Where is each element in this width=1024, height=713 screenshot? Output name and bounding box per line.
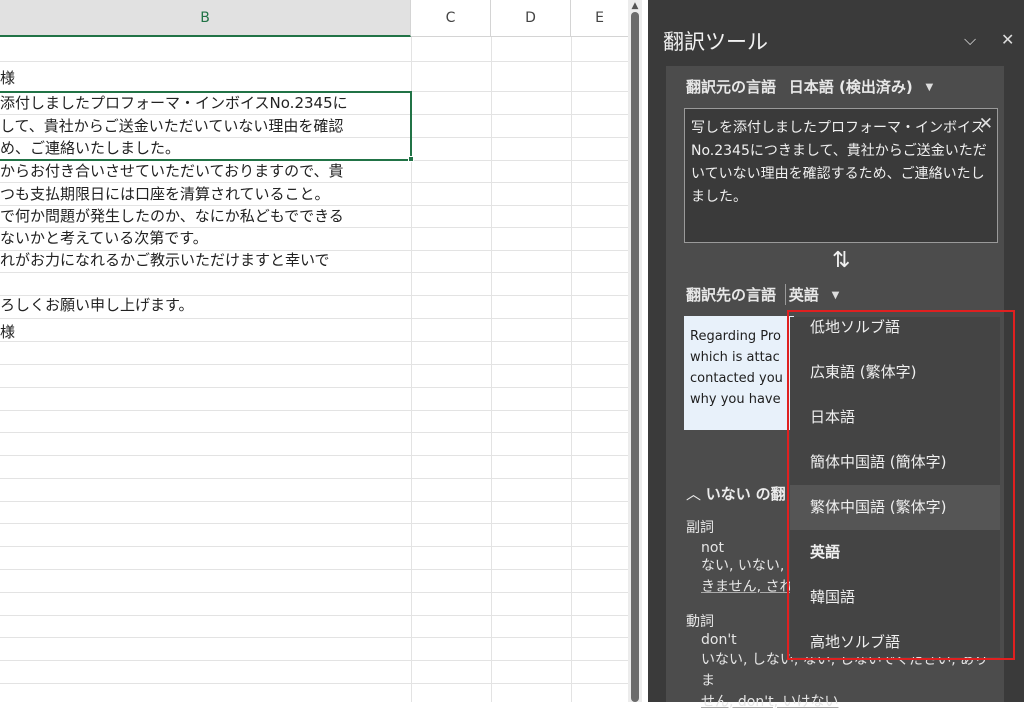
dropdown-arrow-icon[interactable]: ▼ — [926, 82, 934, 93]
target-text-box[interactable]: Regarding Pro which is attac contacted y… — [684, 316, 794, 430]
close-icon[interactable]: ✕ — [1001, 30, 1014, 49]
dict-synonym-line[interactable]: せん, don't, いけない — [701, 692, 1001, 713]
dictionary-header-suffix: の翻 — [755, 485, 786, 503]
column-header-bar: B C D E — [0, 0, 628, 37]
gridline — [0, 592, 628, 593]
clear-icon[interactable]: ✕ — [979, 113, 993, 136]
gridline — [0, 432, 628, 433]
gridline — [0, 615, 628, 616]
language-option-selected[interactable]: 英語 — [790, 530, 1000, 575]
cell-b8[interactable]: ろしくお願い申し上げます。 — [0, 294, 194, 317]
dropdown-arrow-icon: ▼ — [831, 290, 840, 301]
swap-languages-icon[interactable]: ⇅ — [832, 248, 850, 273]
pane-title: 翻訳ツール — [663, 30, 768, 54]
gridline — [0, 501, 628, 502]
source-language-value[interactable]: 日本語 (検出済み) — [789, 78, 913, 96]
target-text-line: which is attac — [690, 350, 780, 365]
scroll-up-icon[interactable]: ▲ — [629, 0, 641, 12]
gridline — [0, 523, 628, 524]
language-option[interactable]: 韓国語 — [790, 575, 1000, 620]
column-header-b[interactable]: B — [0, 0, 411, 37]
fill-handle[interactable] — [408, 156, 414, 162]
target-text-line: Regarding Pro — [690, 329, 781, 344]
chevron-up-icon[interactable]: ︿ — [686, 485, 701, 503]
language-dropdown[interactable]: 低地ソルブ語 広東語 (繁体字) 日本語 簡体中国語 (簡体字) 繁体中国語 (… — [787, 310, 1015, 660]
gridline — [0, 61, 628, 62]
dict-translation: don't — [701, 632, 737, 648]
gridline — [0, 455, 628, 456]
language-list[interactable]: 低地ソルブ語 広東語 (繁体字) 日本語 簡体中国語 (簡体字) 繁体中国語 (… — [790, 317, 1000, 657]
gridline — [0, 660, 628, 661]
target-language-row[interactable]: 翻訳先の言語 英語 ▼ — [686, 284, 839, 305]
language-option[interactable]: 広東語 (繁体字) — [790, 350, 1000, 395]
column-header-d[interactable]: D — [491, 0, 571, 37]
source-language-row[interactable]: 翻訳元の言語 日本語 (検出済み) ▼ — [686, 76, 933, 97]
scrollbar-thumb[interactable] — [631, 12, 639, 702]
target-text-line: why you have — [690, 392, 781, 407]
cell-b2[interactable]: 様 — [0, 67, 15, 90]
gridline — [0, 272, 628, 273]
dictionary-header[interactable]: ︿ いない の翻 — [686, 483, 786, 504]
gridline — [0, 683, 628, 684]
language-option[interactable]: 高地ソルブ語 — [790, 620, 1000, 657]
language-option[interactable]: 日本語 — [790, 395, 1000, 440]
column-header-c[interactable]: C — [411, 0, 491, 37]
dict-translation: not — [701, 540, 724, 556]
chevron-down-icon[interactable]: ⌵ — [964, 30, 976, 50]
column-header-e[interactable]: E — [571, 0, 628, 37]
cell-b4[interactable]: からお付き合いさせていただいておりますので、貴 — [0, 160, 344, 183]
cell-b6[interactable]: れがお力になれるかご教示いただけますと幸いで — [0, 249, 330, 272]
gridline — [0, 410, 628, 411]
cell-grid[interactable]: 様 添付しましたプロフォーマ・インボイスNo.2345に して、貴社からご送金い… — [0, 37, 628, 702]
gridline — [0, 569, 628, 570]
gridline — [0, 637, 628, 638]
language-option[interactable]: 簡体中国語 (簡体字) — [790, 440, 1000, 485]
dictionary-word: いない — [705, 485, 751, 503]
dict-pos-verb: 動詞 — [686, 614, 714, 630]
gridline — [0, 318, 628, 319]
target-language-value: 英語 — [788, 286, 819, 304]
cell-b4-line2: つも支払期限日には口座を清算されていること。 — [0, 185, 330, 203]
gridline — [0, 341, 628, 342]
target-language-select[interactable]: 英語 ▼ — [784, 284, 840, 305]
cell-b9[interactable]: 様 — [0, 321, 15, 344]
dict-pos-adverb: 副詞 — [686, 520, 714, 536]
gridline — [0, 546, 628, 547]
language-option-hovered[interactable]: 繁体中国語 (繁体字) — [790, 485, 1000, 530]
language-option[interactable]: 低地ソルブ語 — [790, 317, 1000, 350]
gridline — [0, 387, 628, 388]
source-language-label: 翻訳元の言語 — [686, 78, 777, 96]
source-text-box[interactable]: 写しを添付しましたプロフォーマ・インボイスNo.2345につきまして、貴社からご… — [684, 108, 998, 243]
source-text[interactable]: 写しを添付しましたプロフォーマ・インボイスNo.2345につきまして、貴社からご… — [691, 120, 987, 205]
cell-b5-line2: ないかと考えている次第です。 — [0, 229, 208, 247]
spreadsheet[interactable]: B C D E 様 添付しましたプロフォーマ・インボイスNo.2345に して、… — [0, 0, 628, 702]
active-cell-selection — [0, 91, 412, 161]
gridline — [0, 478, 628, 479]
target-text-line: contacted you — [690, 371, 783, 386]
cell-b5[interactable]: で何か問題が発生したのか、なにか私どもでできる — [0, 205, 344, 228]
target-language-label: 翻訳先の言語 — [686, 286, 777, 304]
gridline — [0, 364, 628, 365]
